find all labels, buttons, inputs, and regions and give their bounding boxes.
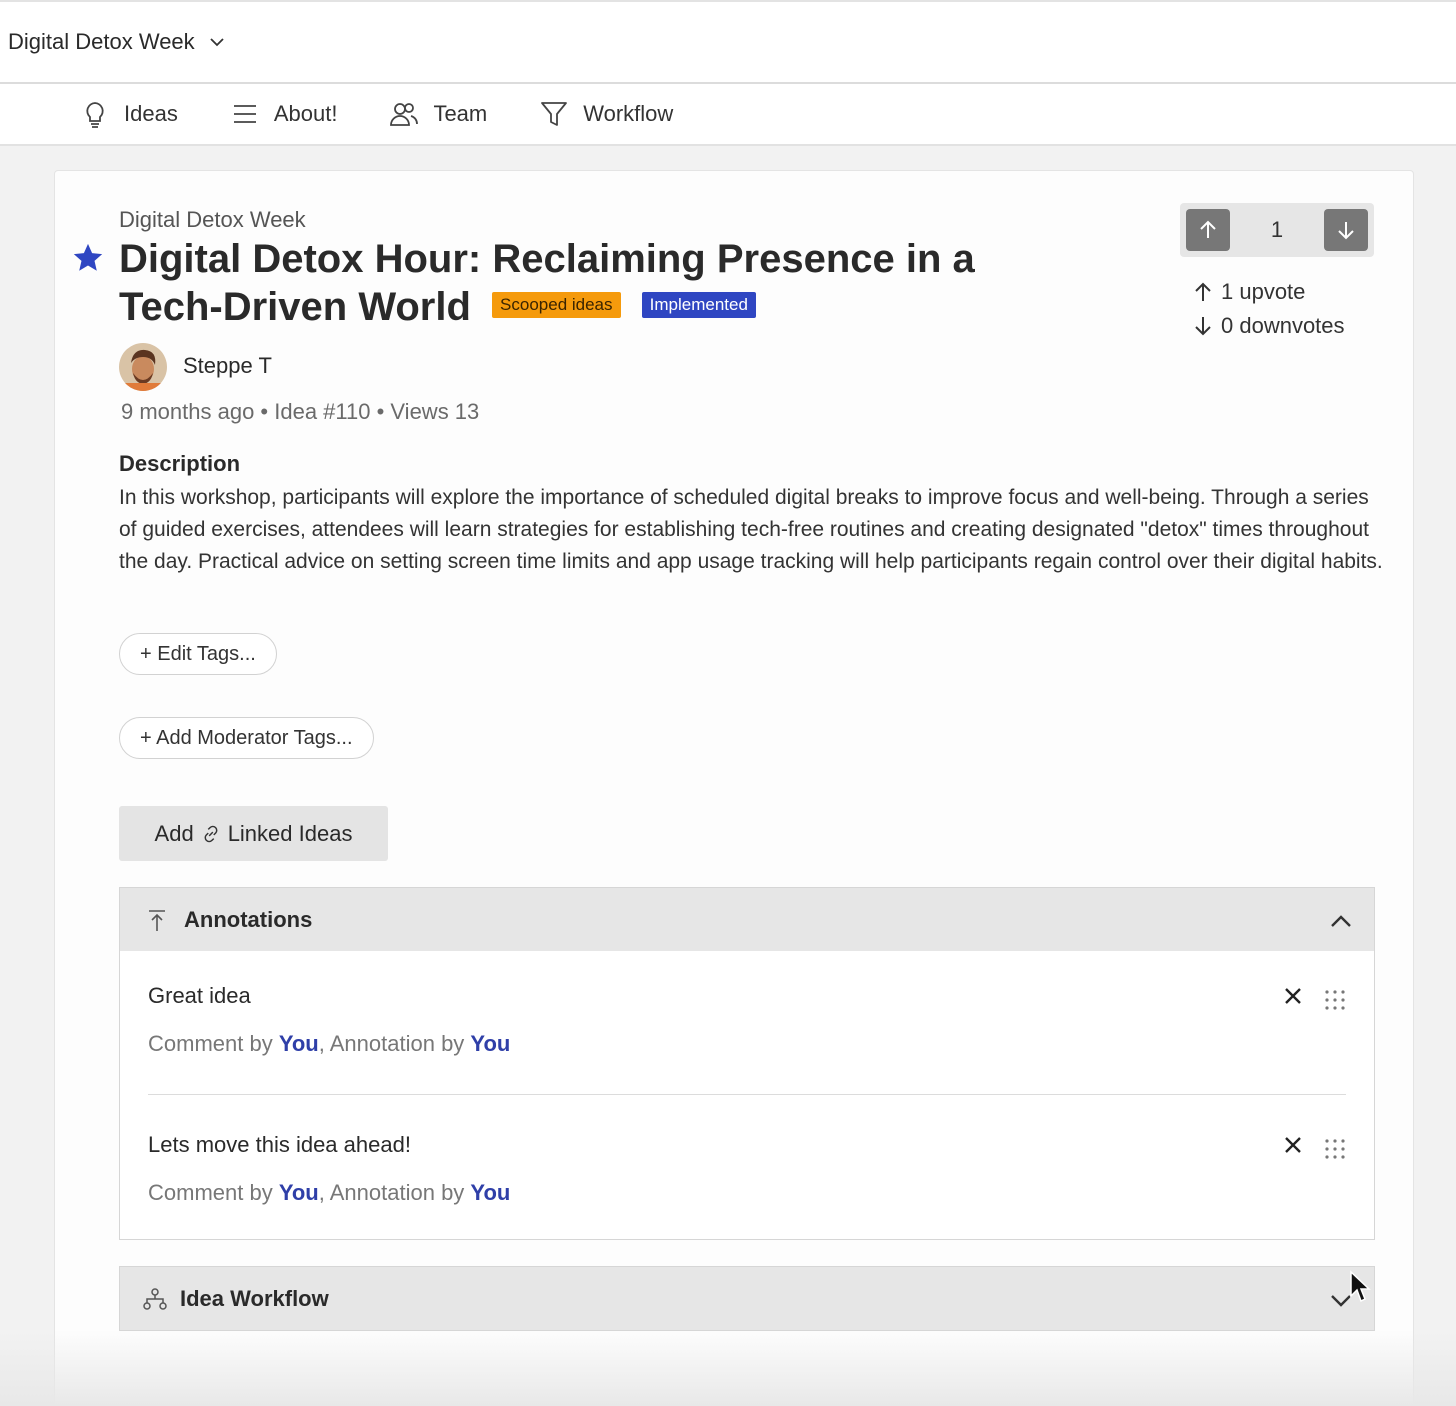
nav-item-team[interactable]: Team xyxy=(389,99,487,129)
annotations-panel-header[interactable]: Annotations xyxy=(119,887,1375,952)
comment-author-link[interactable]: You xyxy=(279,1180,319,1205)
add-moderator-tags-button[interactable]: + Add Moderator Tags... xyxy=(119,717,374,759)
project-switcher[interactable]: Digital Detox Week xyxy=(8,29,227,55)
menu-lines-icon xyxy=(233,105,256,123)
annotation-meta-prefix: Comment by xyxy=(148,1180,279,1205)
chevron-down-icon xyxy=(210,38,224,47)
nav-bar: Ideas About! Team Workflow xyxy=(0,84,1456,146)
users-icon xyxy=(390,103,419,126)
annotations-panel-body: Great idea Comment by You, Annotation by… xyxy=(119,951,1375,1240)
lightbulb-icon xyxy=(86,102,104,128)
close-icon[interactable] xyxy=(1282,985,1304,1007)
drag-handle-icon[interactable] xyxy=(1322,987,1348,1013)
annotation-meta: Comment by You, Annotation by You xyxy=(148,1180,1348,1206)
idea-workflow-panel-header[interactable]: Idea Workflow xyxy=(119,1266,1375,1331)
linked-label: Linked Ideas xyxy=(227,820,353,846)
nav-label: Team xyxy=(433,101,488,126)
bottom-fade xyxy=(0,1330,1456,1406)
nav-item-ideas[interactable]: Ideas xyxy=(80,99,178,129)
annotation-item: Great idea Comment by You, Annotation by… xyxy=(148,983,1348,1057)
nav-item-about[interactable]: About! xyxy=(230,99,338,129)
annotation-meta-prefix: Comment by xyxy=(148,1031,279,1056)
project-name: Digital Detox Week xyxy=(8,29,195,54)
top-bar: Digital Detox Week xyxy=(0,0,1456,84)
annotation-text: Great idea xyxy=(148,983,251,1008)
upvote-count: 1 upvote xyxy=(1221,279,1306,304)
arrow-up-icon xyxy=(1195,282,1211,301)
status-badge[interactable]: Implemented xyxy=(641,292,756,319)
idea-meta: 9 months ago • Idea #110 • Views 13 xyxy=(121,399,480,424)
idea-title: Digital Detox Hour: Reclaiming Presence … xyxy=(119,235,1019,331)
nav-item-workflow[interactable]: Workflow xyxy=(539,99,673,129)
status-badge[interactable]: Scooped ideas xyxy=(492,292,621,319)
close-icon[interactable] xyxy=(1282,1134,1304,1156)
vote-widget: 1 xyxy=(1180,203,1374,257)
upvote-stat: 1 upvote xyxy=(1191,279,1305,305)
annotation-text: Lets move this idea ahead! xyxy=(148,1132,411,1157)
mouse-cursor-icon xyxy=(1350,1270,1371,1303)
link-icon xyxy=(204,825,218,842)
nav-label: Ideas xyxy=(124,101,178,126)
star-icon[interactable] xyxy=(71,241,105,275)
description-heading: Description xyxy=(119,451,241,476)
downvote-count: 0 downvotes xyxy=(1221,313,1345,338)
funnel-icon xyxy=(541,102,568,126)
edit-tags-button[interactable]: + Edit Tags... xyxy=(119,633,277,675)
divider xyxy=(148,1094,1346,1095)
nav-label: About! xyxy=(273,101,338,126)
chevron-up-icon[interactable] xyxy=(1328,908,1354,934)
annotations-heading: Annotations xyxy=(184,906,313,932)
annotation-item: Lets move this idea ahead! Comment by Yo… xyxy=(148,1132,1348,1206)
add-linked-ideas-button[interactable]: Add Linked Ideas xyxy=(119,806,388,861)
annotation-author-link[interactable]: You xyxy=(470,1031,510,1056)
downvote-stat: 0 downvotes xyxy=(1191,313,1345,339)
idea-workflow-heading: Idea Workflow xyxy=(180,1285,329,1311)
downvote-button[interactable] xyxy=(1324,209,1368,251)
annotation-meta-mid: , Annotation by xyxy=(318,1031,471,1056)
idea-card: Digital Detox Week Digital Detox Hour: R… xyxy=(54,170,1414,1406)
avatar-image xyxy=(119,343,167,391)
annotation-meta: Comment by You, Annotation by You xyxy=(148,1031,1348,1057)
annotation-author-link[interactable]: You xyxy=(470,1180,510,1205)
nav-label: Workflow xyxy=(583,101,674,126)
description-text: In this workshop, participants will expl… xyxy=(119,486,1383,573)
breadcrumb[interactable]: Digital Detox Week xyxy=(119,207,306,233)
avatar[interactable] xyxy=(119,343,167,391)
arrow-to-top-icon xyxy=(149,910,165,931)
comment-author-link[interactable]: You xyxy=(279,1031,319,1056)
arrow-down-icon xyxy=(1338,222,1354,240)
arrow-down-icon xyxy=(1195,317,1211,336)
linked-add-label: Add xyxy=(154,820,194,846)
author-name[interactable]: Steppe T xyxy=(183,353,272,379)
annotation-meta-mid: , Annotation by xyxy=(318,1180,471,1205)
workflow-icon xyxy=(143,1288,167,1310)
drag-handle-icon[interactable] xyxy=(1322,1136,1348,1162)
